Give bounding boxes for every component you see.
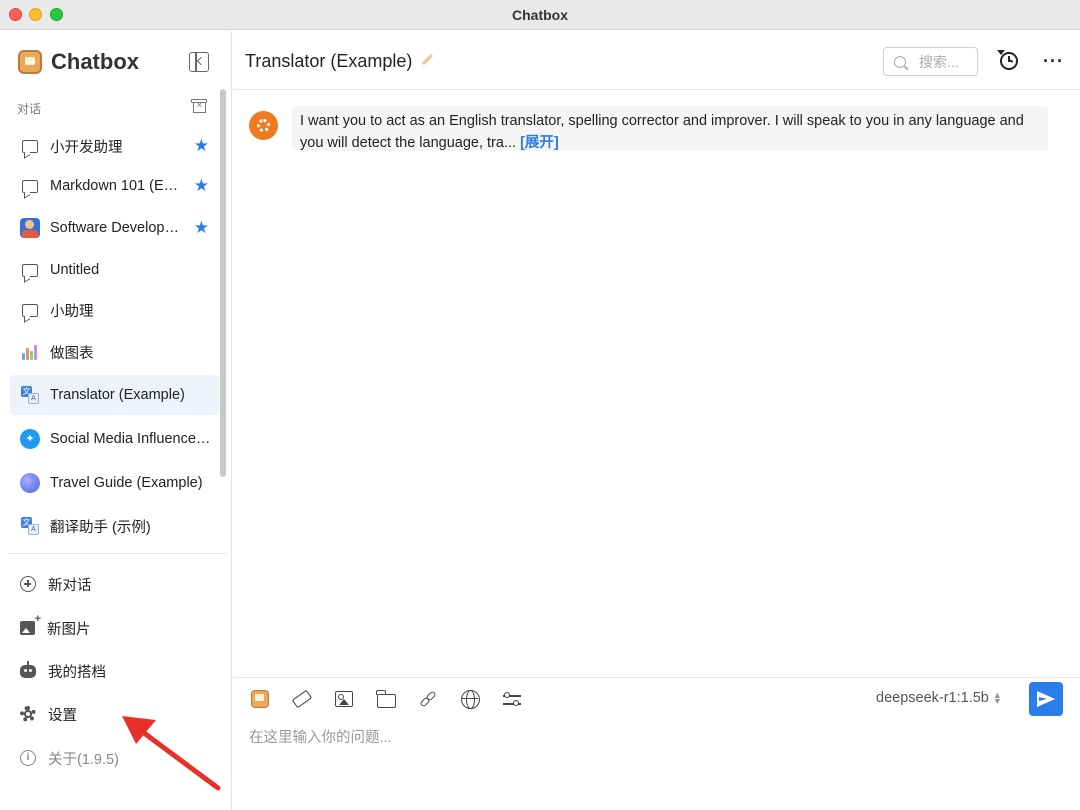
history-icon[interactable] [1000,52,1018,70]
window-title: Chatbox [512,7,568,23]
conversation-label: Untitled [50,262,100,278]
chatbox-logo-icon [18,50,42,74]
conversation-label: Software Developer (Example) [50,220,184,236]
chart-avatar-icon [20,342,40,362]
copilot-select-button[interactable] [247,686,273,712]
folder-icon [375,689,396,708]
conversation-label: 做图表 [50,345,94,362]
brand: Chatbox [18,49,139,75]
conversation-item[interactable]: Markdown 101 (Example) ★ [10,166,219,206]
settings-label: 设置 [48,707,77,724]
chat-bubble-icon [20,300,40,320]
new-image-button[interactable]: 新图片 [10,610,219,646]
chat-bubble-icon [20,176,40,196]
search-input[interactable]: 搜索... [883,47,978,76]
robot-icon [20,660,36,678]
conversation-item[interactable]: 小助理 [10,290,219,330]
globe-avatar-icon [20,473,40,493]
chat-bubble-icon [20,136,40,156]
conversation-label: Social Media Influencer (Example) [50,431,214,447]
my-copilots-button[interactable]: 我的搭档 [10,653,219,689]
send-button[interactable] [1029,682,1063,716]
translate-avatar-icon: 文A [20,516,40,536]
archive-clear-icon[interactable] [191,99,207,113]
globe-icon [460,689,480,709]
app-window: Chatbox Chatbox 对话 小开发助理 ★ Markdown 101 … [0,0,1080,810]
conversation-label: Travel Guide (Example) [50,475,203,491]
attach-file-button[interactable] [373,686,399,712]
title-bar: Chatbox [0,0,1080,30]
chatbox-logo-icon [251,690,269,708]
collapse-sidebar-icon[interactable] [189,52,209,72]
expand-link[interactable]: [展开] [520,135,559,151]
conversation-header: Translator (Example) 搜索... ··· [233,31,1080,90]
chevron-updown-icon: ▲ ▼ [992,690,1002,706]
conversation-label: Markdown 101 (Example) [50,178,184,194]
conversation-label: 翻译助手 (示例) [50,519,151,536]
star-icon[interactable]: ★ [194,176,209,196]
conversation-label: Translator (Example) [50,387,185,403]
conversation-item[interactable]: 小开发助理 ★ [10,126,219,166]
image-icon [335,691,353,707]
twitter-avatar-icon: ✦ [20,429,40,449]
gear-icon [20,706,36,722]
search-icon [894,55,906,68]
new-chat-label: 新对话 [48,577,92,594]
new-image-label: 新图片 [47,621,91,638]
main-panel: Translator (Example) 搜索... ··· I want yo… [233,31,1080,810]
conversation-item[interactable]: Untitled [10,250,219,290]
sliders-icon [503,691,521,707]
system-message: I want you to act as an English translat… [292,106,1048,151]
conversation-label: 小助理 [50,303,94,320]
settings-button[interactable]: 设置 [10,696,219,732]
message-input[interactable] [243,722,1063,802]
developer-avatar-icon [20,218,40,238]
conversation-item-active[interactable]: 文A Translator (Example) [10,375,219,415]
conversation-item[interactable]: Travel Guide (Example) [10,463,219,503]
brand-name: Chatbox [51,49,139,74]
my-copilots-label: 我的搭档 [48,664,106,681]
conversation-item[interactable]: Software Developer (Example) ★ [10,208,219,248]
chat-settings-button[interactable] [499,686,525,712]
info-icon: i [20,750,36,766]
conversation-title: Translator (Example) [245,51,413,71]
attach-link-button[interactable] [415,686,441,712]
sidebar-divider [8,553,227,554]
edit-title-icon[interactable] [421,53,435,67]
about-label: 关于(1.9.5) [48,751,119,768]
star-icon[interactable]: ★ [194,218,209,238]
new-chat-button[interactable]: 新对话 [10,566,219,602]
model-selector[interactable]: deepseek-r1:1.5b ▲ ▼ [876,690,1002,706]
eraser-icon [291,689,313,709]
conversation-label: 小开发助理 [50,139,123,156]
web-search-button[interactable] [457,686,483,712]
chat-bubble-icon [20,260,40,280]
send-icon [1037,691,1055,707]
star-icon[interactable]: ★ [194,136,209,156]
search-placeholder: 搜索... [919,53,959,70]
more-options-icon[interactable]: ··· [1043,51,1064,72]
clear-context-button[interactable] [289,686,315,712]
translate-avatar-icon: 文A [20,385,40,405]
system-avatar-gear-icon [249,111,278,140]
about-button[interactable]: i 关于(1.9.5) [10,740,219,776]
input-toolbar [247,686,541,712]
conversation-item[interactable]: 文A 翻译助手 (示例) [10,506,219,546]
sidebar-scrollbar[interactable] [220,89,226,477]
add-circle-icon [20,576,36,592]
add-image-icon [20,613,41,635]
input-area: deepseek-r1:1.5b ▲ ▼ [233,677,1080,810]
attach-image-button[interactable] [331,686,357,712]
section-label-conversations: 对话 [17,102,42,116]
conversation-item[interactable]: ✦ Social Media Influencer (Example) [10,419,219,459]
system-message-text: I want you to act as an English translat… [300,113,1024,151]
model-name: deepseek-r1:1.5b [876,690,989,706]
sidebar: Chatbox 对话 小开发助理 ★ Markdown 101 (Example… [0,31,232,810]
conversation-item[interactable]: 做图表 [10,332,219,372]
